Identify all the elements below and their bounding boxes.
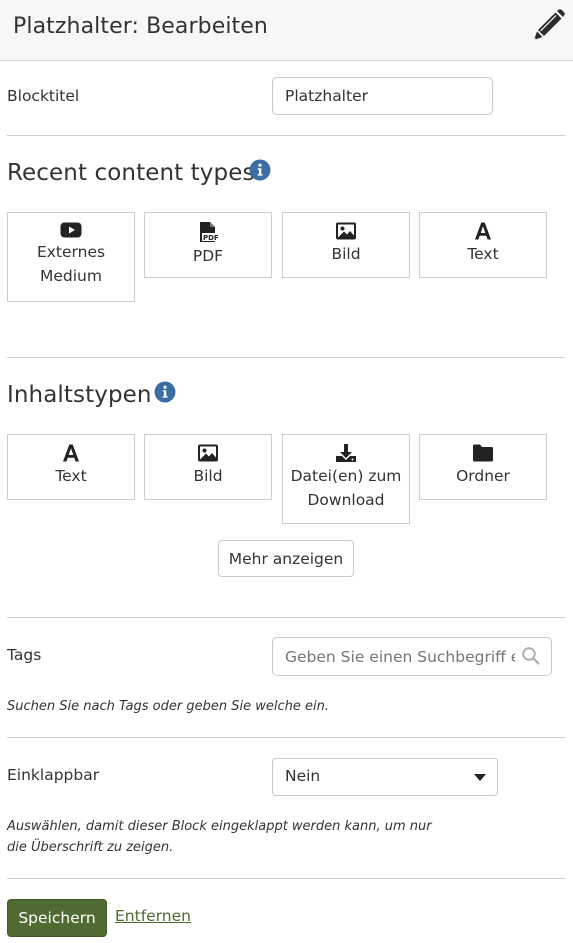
recent-content-types-heading: Recent content types [7,160,255,186]
tags-search-input[interactable] [272,637,552,676]
pencil-icon[interactable] [530,8,566,44]
tile-label: Datei(en) zum Download [290,467,402,509]
recent-type-text[interactable]: Text [419,212,547,278]
select-value: Nein [285,767,321,785]
tile-label: Text [467,245,499,263]
text-icon [63,444,79,462]
divider [7,737,565,738]
page-title: Platzhalter: Bearbeiten [13,14,268,39]
tile-label: Bild [331,245,361,263]
content-type-text[interactable]: Text [7,434,135,500]
divider [7,617,565,618]
image-icon [198,444,218,462]
block-title-label: Blocktitel [7,87,80,105]
info-icon[interactable] [249,159,271,181]
pdf-file-icon: PDF [200,222,219,242]
tile-label: PDF [192,247,224,265]
download-icon [336,444,356,462]
text-icon [475,222,491,240]
youtube-icon [60,222,82,238]
info-icon[interactable] [154,381,176,403]
tags-help-text: Suchen Sie nach Tags oder geben Sie welc… [7,699,329,714]
recent-type-external-media[interactable]: Externes Medium [7,212,135,302]
svg-text:PDF: PDF [203,234,219,242]
content-type-download[interactable]: Datei(en) zum Download [282,434,410,524]
recent-type-image[interactable]: Bild [282,212,410,278]
collapsible-help-text: Auswählen, damit dieser Block eingeklapp… [7,819,432,855]
divider [7,357,565,358]
divider [7,135,565,136]
tags-label: Tags [7,646,42,664]
content-type-folder[interactable]: Ordner [419,434,547,500]
chevron-down-icon [474,774,486,781]
content-type-image[interactable]: Bild [144,434,272,500]
content-types-heading: Inhaltstypen [7,382,152,408]
tile-label: Externes Medium [36,243,106,285]
modal-header: Platzhalter: Bearbeiten [0,0,573,61]
save-button[interactable]: Speichern [7,899,107,937]
block-title-input[interactable] [272,77,493,115]
divider [7,878,565,879]
remove-link[interactable]: Entfernen [115,907,191,925]
collapsible-select[interactable]: Nein [272,758,498,796]
tile-label: Text [55,467,87,485]
tile-label: Bild [193,467,223,485]
tile-label: Ordner [456,467,510,485]
image-icon [336,222,356,240]
show-more-button[interactable]: Mehr anzeigen [218,540,354,577]
search-icon [522,647,540,665]
folder-icon [473,444,493,462]
collapsible-label: Einklappbar [7,766,100,784]
recent-type-pdf[interactable]: PDF PDF [144,212,272,278]
